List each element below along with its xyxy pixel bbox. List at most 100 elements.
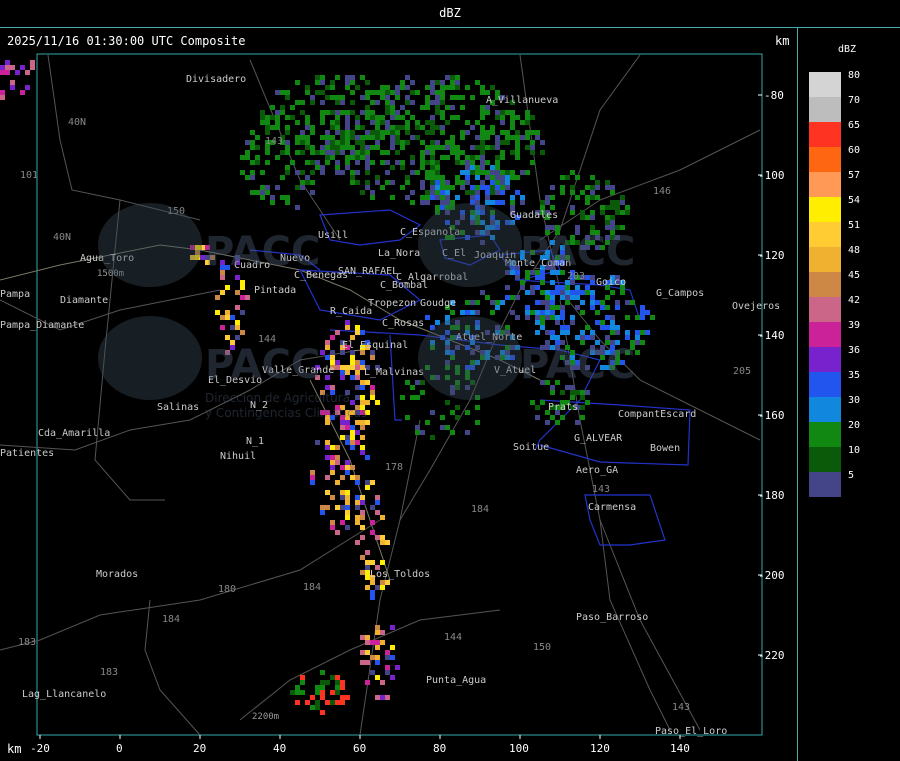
route-label: 184 — [471, 504, 489, 515]
route-label: 143 — [592, 484, 610, 495]
legend-label: 42 — [848, 295, 861, 306]
route-label: 205 — [733, 366, 751, 377]
watermark-text: PACC — [205, 229, 320, 275]
place-label: Patientes — [0, 448, 54, 459]
place-label: Pampa_Diamante — [0, 320, 84, 331]
title-bar: dBZ — [0, 0, 900, 28]
place-label: Goico — [596, 277, 626, 288]
place-label: Pampa — [0, 289, 30, 300]
legend-swatch — [809, 97, 841, 122]
legend-label: 35 — [848, 370, 861, 381]
route-label: 143 — [672, 702, 690, 713]
legend-label: 45 — [848, 270, 861, 281]
y-tick-label: -80 — [764, 89, 784, 102]
place-label: Tropezon — [368, 298, 416, 309]
watermark-text: Direccion de Agricultura — [205, 391, 350, 405]
route-label: 184 — [162, 614, 180, 625]
x-tick-label: 60 — [353, 742, 366, 755]
legend-label: 30 — [848, 395, 861, 406]
route-label: 40N — [53, 232, 71, 243]
elevation-label: 2200m — [252, 712, 279, 722]
place-label: Punta_Agua — [426, 675, 486, 686]
km-unit-bottom: km — [7, 742, 22, 756]
place-label: Los_Toldos — [370, 569, 430, 580]
place-label: El_Esquinal — [342, 340, 408, 351]
route-label: 143 — [265, 136, 283, 147]
place-label: Goudge — [420, 298, 456, 309]
place-label: La_Nora — [378, 248, 420, 259]
legend-label: 36 — [848, 345, 861, 356]
legend-swatch — [809, 222, 841, 247]
legend-swatch — [809, 147, 841, 172]
watermark-text: PACC — [205, 342, 320, 388]
legend-label: 60 — [848, 145, 861, 156]
place-label: C_Bombal — [380, 280, 428, 291]
legend-label: 48 — [848, 245, 861, 256]
watermark-text: y Contingencias Climaticas — [205, 406, 367, 420]
legend-swatch — [809, 197, 841, 222]
legend-label: 57 — [848, 170, 861, 181]
legend-swatch — [809, 72, 841, 97]
route-label: 184 — [303, 582, 321, 593]
route-label: 183 — [100, 667, 118, 678]
km-unit-top: km — [775, 34, 790, 48]
place-label: Pintada — [254, 285, 296, 296]
legend-label: 80 — [848, 70, 861, 81]
route-label: 40N — [68, 117, 86, 128]
place-label: Guadales — [510, 210, 558, 221]
route-label: 150 — [533, 642, 551, 653]
x-tick-label: 140 — [670, 742, 690, 755]
legend-label: 20 — [848, 420, 861, 431]
place-label: Ovejeros — [732, 301, 780, 312]
x-axis-labels: -20 0 20 40 60 80 100 120 140 — [30, 742, 690, 755]
place-label: Bowen — [650, 443, 680, 454]
legend-label: 70 — [848, 95, 861, 106]
place-label: Nihuil — [220, 451, 256, 462]
legend-swatch — [809, 122, 841, 147]
place-label: R_Caida — [330, 306, 372, 317]
place-label: Soitue — [513, 442, 549, 453]
legend-swatch — [809, 322, 841, 347]
place-label: Divisadero — [186, 74, 246, 85]
x-tick-label: 0 — [116, 742, 123, 755]
legend-swatch — [809, 247, 841, 272]
place-label: G_ALVEAR — [574, 433, 623, 444]
route-label: 180 — [218, 584, 236, 595]
route-label: 144 — [444, 632, 462, 643]
place-label: CompantEscard — [618, 409, 696, 420]
x-tick-label: -20 — [30, 742, 50, 755]
place-label: Paso_Barroso — [576, 612, 648, 623]
route-label: 101 — [20, 170, 38, 181]
radar-map[interactable]: -20 0 20 40 60 80 100 120 140 -80 -100 -… — [0, 28, 797, 761]
place-label: Prats — [548, 402, 578, 413]
place-label: Salinas — [157, 402, 199, 413]
panel-divider — [797, 28, 798, 761]
legend-swatch — [809, 472, 841, 497]
legend-swatch — [809, 172, 841, 197]
watermark-text: PACC — [520, 342, 635, 388]
legend-label: 5 — [848, 470, 855, 481]
x-tick-label: 40 — [273, 742, 286, 755]
place-label: Paso_El_Loro — [655, 726, 727, 737]
place-label: Usill — [318, 230, 348, 241]
place-label: Morados — [96, 569, 138, 580]
place-labels: Divisadero A_Villanueva Guadales Usill C… — [0, 74, 780, 737]
title-bar-label: dBZ — [439, 6, 461, 20]
legend-label: 39 — [848, 320, 861, 331]
timestamp-label: 2025/11/16 01:30:00 UTC Composite — [7, 34, 246, 48]
place-label: A_Villanueva — [486, 95, 558, 106]
route-label: 183 — [18, 637, 36, 648]
route-label: 146 — [653, 186, 671, 197]
place-label: L_Malvinas — [364, 367, 424, 378]
x-tick-label: 120 — [590, 742, 610, 755]
legend-title: dBZ — [838, 44, 857, 55]
legend-label: 51 — [848, 220, 861, 231]
x-tick-label: 80 — [433, 742, 446, 755]
place-label: Cda_Amarilla — [38, 428, 110, 439]
route-label: 178 — [385, 462, 403, 473]
legend-swatch — [809, 347, 841, 372]
place-label: G_Campos — [656, 288, 704, 299]
place-label: Carmensa — [588, 502, 636, 513]
legend-swatch — [809, 297, 841, 322]
legend-swatch — [809, 447, 841, 472]
